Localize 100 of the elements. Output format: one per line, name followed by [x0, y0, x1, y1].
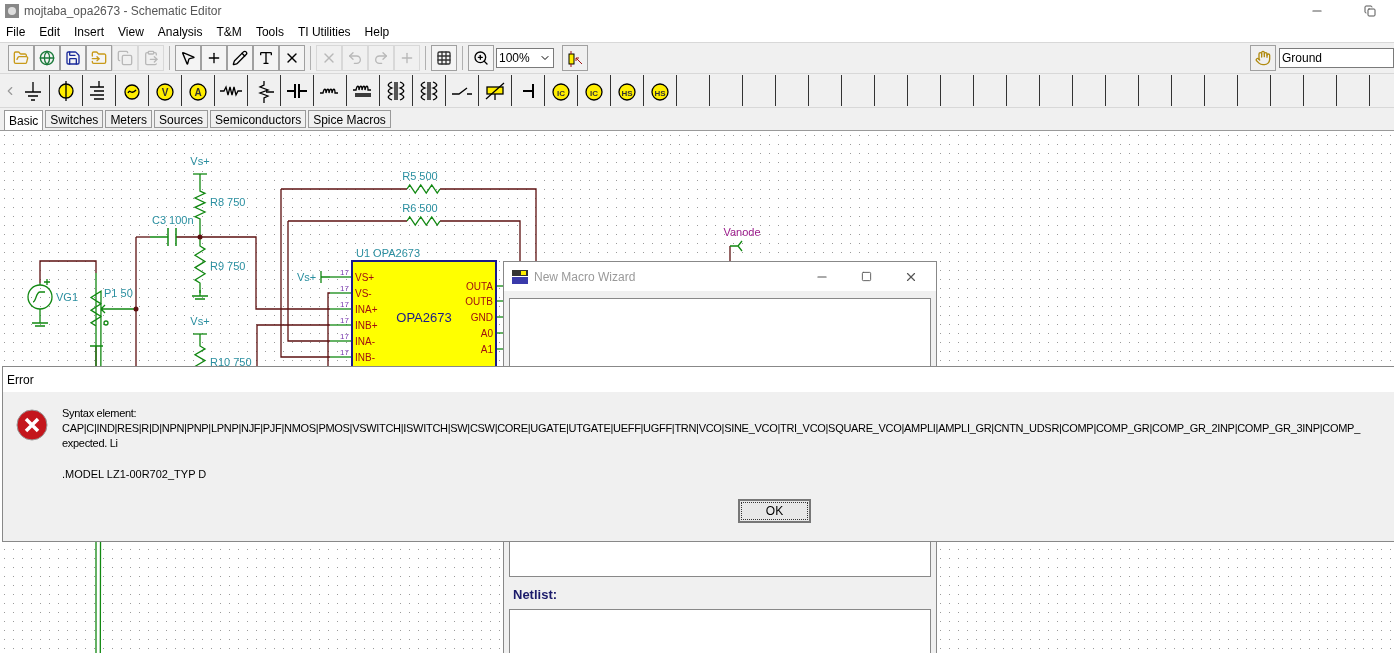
capacitor-symbol	[149, 227, 177, 247]
wire	[729, 245, 731, 264]
menu-item[interactable]: TI Utilities	[297, 23, 351, 41]
meter-letter: IC	[557, 88, 565, 97]
meter-letter: IC	[590, 88, 598, 97]
menu-item[interactable]: File	[6, 23, 26, 41]
palette-tab[interactable]: Switches	[45, 110, 104, 128]
component-label: R6 500	[402, 202, 438, 214]
component-label: C3 100n	[152, 214, 194, 226]
flip-tool-button[interactable]	[279, 45, 305, 71]
junction-dot	[197, 234, 203, 240]
zoom-select[interactable]: 100%	[496, 48, 554, 68]
pin-name: A1	[480, 344, 493, 355]
save-icon	[65, 50, 81, 66]
component-label: Vs+	[190, 155, 210, 167]
save-tool-button[interactable]	[60, 45, 86, 71]
dialog-title: Error	[7, 371, 34, 389]
select-icon	[180, 50, 196, 66]
menu-item[interactable]: Analysis	[157, 23, 203, 41]
restore-icon[interactable]	[1364, 5, 1376, 17]
pin-number: 17	[340, 348, 349, 357]
menu-item[interactable]: Edit	[39, 23, 61, 41]
error-message: Syntax element: CAP|C|IND|RES|R|D|NPN|PNP|LPNP|NJF|PJF|NMOS|PMOS|VSWITCH|ISWITCH|SW|CSW|CORE|UGATE|UTGATE|UEFF|UGFF|TRN|VCO|SINE_VCO|TRI_VCO|SQUARE_VCO|AMPLI|AMPLI_GR|CNTN_UDSR|COMP|COMP_GR|COMP_GR_2INP|COMP_GR_3INP|COMP_ expected. Li	[62, 406, 1360, 451]
pin-name: GND	[470, 312, 493, 323]
wizard-title: New Macro Wizard	[534, 268, 636, 286]
pointing-hand-icon	[1255, 50, 1271, 66]
pin-number: 17	[340, 332, 349, 341]
maximize-icon[interactable]	[861, 271, 872, 282]
chip-label: U1 OPA2673	[356, 247, 420, 259]
palette-tab[interactable]: Sources	[154, 110, 209, 128]
model-line: .MODEL LZ1-00R702_TYP D	[62, 467, 208, 482]
signal-source-symbol	[27, 278, 53, 318]
pin-name: OUTB	[465, 296, 493, 307]
supply-terminal-symbol	[320, 270, 331, 284]
resistor-symbol	[406, 215, 441, 227]
meter-letter: V	[161, 86, 169, 97]
pin-number: 17	[340, 300, 349, 309]
pin-name: VS-	[355, 288, 372, 299]
open-recent-icon	[91, 50, 107, 66]
terminal-icon	[522, 82, 534, 99]
meter-letter: HS	[654, 88, 666, 97]
menu-item[interactable]: Help	[364, 23, 390, 41]
palette-tab[interactable]: Basic	[4, 110, 44, 130]
component-label: R9 750	[210, 260, 246, 272]
junction-dot	[133, 306, 139, 312]
pencil-tool-button[interactable]	[227, 45, 253, 71]
menu-item[interactable]: Tools	[255, 23, 284, 41]
app-icon	[4, 3, 20, 19]
palette-tab[interactable]: Meters	[105, 110, 153, 128]
error-icon	[16, 409, 48, 441]
component-label: Vs+	[190, 315, 210, 327]
place-component-button[interactable]	[1250, 45, 1276, 71]
pin-number: 17	[340, 316, 349, 325]
netlist-field[interactable]	[509, 608, 931, 653]
copy-icon	[117, 50, 133, 66]
meter-letter: A	[194, 86, 202, 97]
menu-item[interactable]: View	[118, 23, 144, 41]
pin-number: 17	[340, 284, 349, 293]
component-label: R10 750	[210, 356, 252, 368]
paste-icon	[143, 50, 159, 66]
resistor-arrow-icon	[566, 49, 584, 67]
redo-icon	[373, 50, 389, 66]
probe-symbol	[729, 240, 743, 252]
resistor-symbol	[193, 173, 207, 238]
open-icon	[13, 50, 29, 66]
meter-letter: HS	[621, 88, 633, 97]
pin-name: INA+	[355, 304, 378, 315]
ok-button[interactable]: OK	[738, 498, 811, 523]
units-tool-button[interactable]	[562, 45, 588, 71]
component-label: P1 50	[104, 287, 133, 299]
ground-symbol	[31, 316, 49, 327]
grid-tool-button[interactable]	[431, 45, 457, 71]
pin-name: INB+	[355, 320, 378, 331]
menu-item[interactable]: Insert	[74, 23, 105, 41]
pin-number: 17	[340, 268, 349, 277]
menu-item[interactable]: T&M	[216, 23, 242, 41]
component-label: R5 500	[402, 170, 438, 182]
window-title: mojtaba_opa2673 - Schematic Editor	[24, 3, 222, 20]
pin-name: INA-	[355, 336, 375, 347]
zoom-tool-button[interactable]	[468, 45, 494, 71]
web-tool-button[interactable]	[34, 45, 60, 71]
text-tool-button[interactable]	[253, 45, 279, 71]
ic-title: OPA2673	[396, 310, 452, 325]
undo-icon	[347, 50, 363, 66]
ground-symbol	[191, 289, 209, 300]
web-icon	[39, 50, 55, 66]
component-label: VG1	[56, 291, 78, 303]
pencil-icon	[232, 50, 248, 66]
palette-tab[interactable]: Semiconductors	[210, 110, 307, 128]
select-tool-button[interactable]	[175, 45, 201, 71]
component-field[interactable]: Ground	[1279, 48, 1394, 68]
zoom-icon	[473, 50, 489, 66]
switch-icon	[451, 86, 473, 95]
palette-tab[interactable]: Spice Macros	[308, 110, 391, 128]
netlist-label: Netlist:	[513, 586, 559, 604]
inductor-icon	[319, 87, 341, 94]
wire-tool-button[interactable]	[201, 45, 227, 71]
pin-name: A0	[480, 328, 493, 339]
pin-name: OUTA	[465, 281, 493, 292]
wire	[39, 260, 97, 284]
